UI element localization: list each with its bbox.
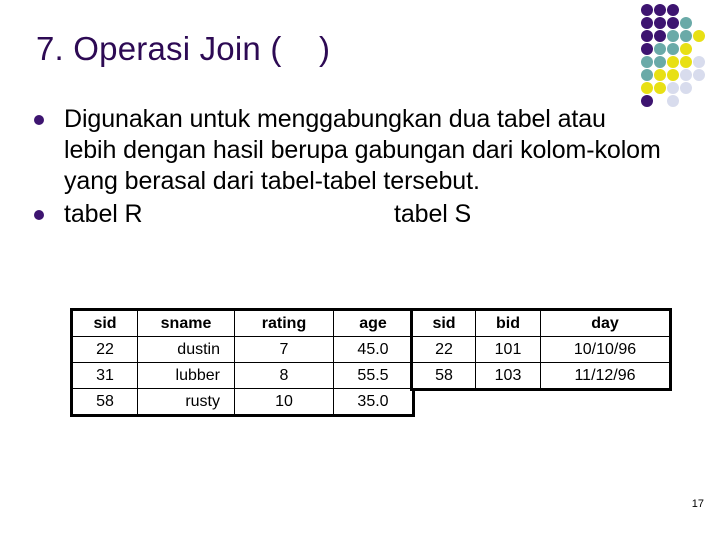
decoration-dot xyxy=(654,43,666,55)
decoration-dot xyxy=(667,17,679,29)
decoration-dot xyxy=(680,82,692,94)
decoration-dot xyxy=(641,56,653,68)
decoration-dot xyxy=(654,56,666,68)
bullet-description-text: Digunakan untuk menggabungkan dua tabel … xyxy=(64,105,661,195)
decoration-dot xyxy=(667,4,679,16)
decoration-dot xyxy=(667,95,679,107)
column-header-sid: sid xyxy=(411,309,476,337)
decoration-dot xyxy=(667,69,679,81)
table-row-header: sid sname rating age xyxy=(71,309,414,337)
table-s-caption: tabel S xyxy=(394,200,472,228)
cell-day: 10/10/96 xyxy=(540,336,671,363)
cell-sid: 58 xyxy=(411,362,476,390)
table-row: 58 rusty 10 35.0 xyxy=(71,388,414,416)
cell-age: 35.0 xyxy=(333,388,414,416)
cell-sid: 31 xyxy=(71,362,138,389)
decoration-dot xyxy=(680,30,692,42)
cell-sid: 22 xyxy=(71,336,138,363)
table-row: 58 103 11/12/96 xyxy=(411,362,671,390)
table-row: 22 101 10/10/96 xyxy=(411,336,671,363)
decoration-dot xyxy=(654,69,666,81)
table-r: sid sname rating age 22 dustin 7 45.0 31… xyxy=(70,308,415,417)
bullet-item-description: Digunakan untuk menggabungkan dua tabel … xyxy=(34,104,664,197)
decoration-dot xyxy=(654,30,666,42)
cell-sid: 58 xyxy=(71,388,138,416)
table-s: sid bid day 22 101 10/10/96 58 103 11/12… xyxy=(410,308,672,391)
decoration-dot xyxy=(641,43,653,55)
cell-day: 11/12/96 xyxy=(540,362,671,390)
page-number: 17 xyxy=(691,498,704,510)
bullet-item-table-labels: tabel R tabel S xyxy=(34,199,664,230)
decoration-dot xyxy=(680,17,692,29)
decoration-dot xyxy=(680,56,692,68)
slide-body: Digunakan untuk menggabungkan dua tabel … xyxy=(34,104,664,230)
cell-rating: 8 xyxy=(234,362,334,389)
decoration-dot xyxy=(693,69,705,81)
decoration-dot xyxy=(641,69,653,81)
decoration-dot xyxy=(667,56,679,68)
column-header-age: age xyxy=(333,309,414,337)
decoration-dot xyxy=(667,43,679,55)
column-header-day: day xyxy=(540,309,671,337)
decoration-dot xyxy=(641,30,653,42)
cell-bid: 103 xyxy=(475,362,541,390)
table-row: 22 dustin 7 45.0 xyxy=(71,336,414,363)
decoration-dot xyxy=(680,69,692,81)
bullet-dot-icon xyxy=(34,210,44,220)
decoration-dot xyxy=(693,56,705,68)
decoration-dot xyxy=(654,17,666,29)
decoration-dot xyxy=(680,43,692,55)
decoration-dot xyxy=(693,30,705,42)
decoration-dot xyxy=(654,82,666,94)
decoration-dot xyxy=(654,4,666,16)
table-r-caption: tabel R xyxy=(64,200,143,228)
bullet-dot-icon xyxy=(34,115,44,125)
decoration-dot xyxy=(641,4,653,16)
decoration-dot xyxy=(641,82,653,94)
decoration-dot xyxy=(667,30,679,42)
table-row-header: sid bid day xyxy=(411,309,671,337)
cell-sname: dustin xyxy=(137,336,235,363)
column-header-sid: sid xyxy=(71,309,138,337)
decoration-dot xyxy=(641,17,653,29)
decoration-dot xyxy=(667,82,679,94)
cell-sname: rusty xyxy=(137,388,235,416)
table-row: 31 lubber 8 55.5 xyxy=(71,362,414,389)
cell-rating: 7 xyxy=(234,336,334,363)
cell-sid: 22 xyxy=(411,336,476,363)
cell-age: 45.0 xyxy=(333,336,414,363)
column-header-bid: bid xyxy=(475,309,541,337)
page-title: 7. Operasi Join ( ) xyxy=(36,30,331,67)
dot-grid-decoration xyxy=(641,4,720,108)
column-header-rating: rating xyxy=(234,309,334,337)
column-header-sname: sname xyxy=(137,309,235,337)
cell-bid: 101 xyxy=(475,336,541,363)
cell-age: 55.5 xyxy=(333,362,414,389)
cell-rating: 10 xyxy=(234,388,334,416)
cell-sname: lubber xyxy=(137,362,235,389)
